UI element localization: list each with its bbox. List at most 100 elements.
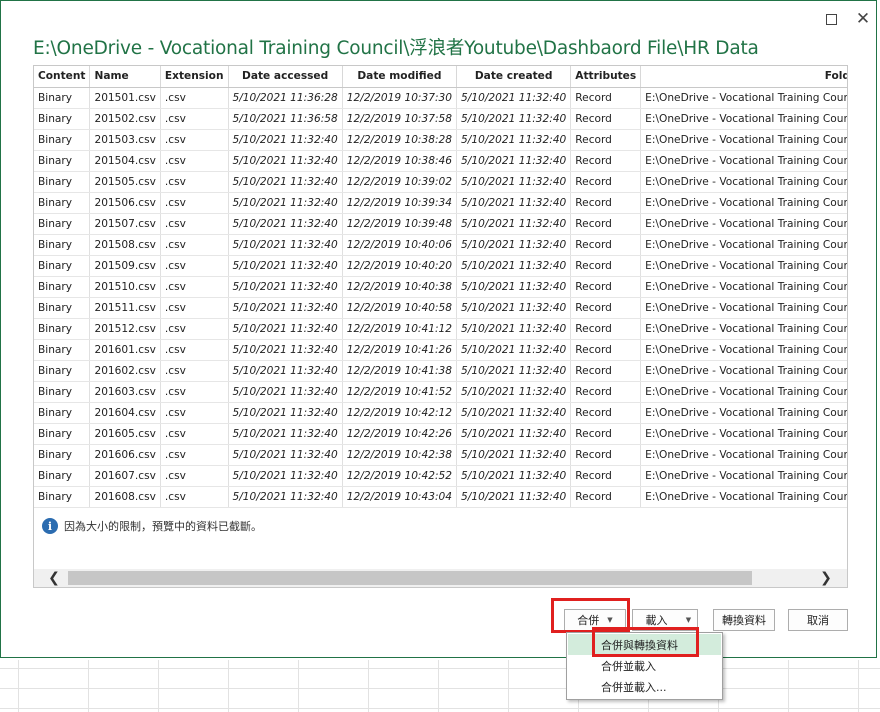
table-row[interactable]: Binary 201509.csv .csv 5/10/2021 11:32:40 12… — [34, 255, 847, 277]
table-row[interactable]: Binary 201602.csv .csv 5/10/2021 11:32:40 12… — [34, 360, 847, 382]
table-cell: 5/10/2021 11:32:40 — [228, 255, 343, 277]
table-cell[interactable]: Binary — [34, 234, 91, 256]
table-cell[interactable]: Binary — [34, 444, 91, 466]
table-row[interactable]: Binary 201505.csv .csv 5/10/2021 11:32:40 12… — [34, 171, 847, 193]
table-cell[interactable]: Binary — [34, 465, 91, 487]
folder-path-cell: E:\OneDrive - Vocational Training Counci… — [640, 486, 847, 508]
table-row[interactable]: Binary 201512.csv .csv 5/10/2021 11:32:40 12… — [34, 318, 847, 340]
table-cell: Record — [570, 423, 642, 445]
truncation-message: 因為大小的限制，預覽中的資料已截斷。 — [64, 520, 262, 533]
table-cell[interactable]: Binary — [34, 339, 91, 361]
table-cell[interactable]: Binary — [34, 192, 91, 214]
table-row[interactable]: Binary 201606.csv .csv 5/10/2021 11:32:40 12… — [34, 444, 847, 466]
table-cell[interactable]: Binary — [34, 423, 91, 445]
table-cell: Record — [570, 339, 642, 361]
table-row[interactable]: Binary 201501.csv .csv 5/10/2021 11:36:28 12… — [34, 87, 847, 109]
folder-path-cell: E:\OneDrive - Vocational Training Counci… — [640, 192, 847, 214]
close-button[interactable]: ✕ — [853, 9, 873, 29]
table-cell: 5/10/2021 11:32:40 — [456, 213, 572, 235]
preview-pane: Content Name Extension Date accessed Date mo… — [33, 65, 848, 588]
column-header[interactable]: Content — [34, 66, 91, 88]
column-header[interactable]: Name — [89, 66, 161, 88]
menu-highlight-box — [592, 627, 699, 657]
table-row[interactable]: Binary 201504.csv .csv 5/10/2021 11:32:40 12… — [34, 150, 847, 172]
table-cell: 5/10/2021 11:32:40 — [228, 486, 343, 508]
table-cell: 12/2/2019 10:42:12 — [342, 402, 458, 424]
table-cell[interactable]: Binary — [34, 402, 91, 424]
table-row[interactable]: Binary 201511.csv .csv 5/10/2021 11:32:40 12… — [34, 297, 847, 319]
table-cell[interactable]: Binary — [34, 255, 91, 277]
table-cell[interactable]: Binary — [34, 381, 91, 403]
menu-item-combine-load[interactable]: 合併並載入 — [568, 655, 721, 676]
scrollbar-thumb[interactable] — [68, 571, 752, 585]
table-cell: 12/2/2019 10:41:38 — [342, 360, 458, 382]
table-cell[interactable]: Binary — [34, 297, 91, 319]
table-cell: 201511.csv — [89, 297, 161, 319]
table-cell: 5/10/2021 11:36:28 — [228, 87, 343, 109]
table-cell[interactable]: Binary — [34, 129, 91, 151]
table-cell[interactable]: Binary — [34, 318, 91, 340]
table-row[interactable]: Binary 201604.csv .csv 5/10/2021 11:32:40 12… — [34, 402, 847, 424]
column-header[interactable]: Folder Path — [640, 66, 847, 88]
table-cell[interactable]: Binary — [34, 213, 91, 235]
table-cell: 201508.csv — [89, 234, 161, 256]
table-cell: 5/10/2021 11:32:40 — [228, 465, 343, 487]
table-row[interactable]: Binary 201502.csv .csv 5/10/2021 11:36:58 12… — [34, 108, 847, 130]
column-header[interactable]: Extension — [160, 66, 229, 88]
table-cell: 5/10/2021 11:32:40 — [456, 150, 572, 172]
info-icon: i — [42, 518, 58, 534]
file-preview-table: Content Name Extension Date accessed Date mo… — [34, 66, 847, 508]
table-cell: Record — [570, 486, 642, 508]
table-cell[interactable]: Binary — [34, 486, 91, 508]
table-row[interactable]: Binary 201605.csv .csv 5/10/2021 11:32:40 12… — [34, 423, 847, 445]
table-cell: Record — [570, 129, 642, 151]
dialog-title: E:\OneDrive - Vocational Training Counci… — [33, 38, 759, 59]
chevron-right-icon[interactable]: ❯ — [816, 569, 836, 587]
table-row[interactable]: Binary 201601.csv .csv 5/10/2021 11:32:40 12… — [34, 339, 847, 361]
table-cell[interactable]: Binary — [34, 150, 91, 172]
table-cell: Record — [570, 192, 642, 214]
table-cell: 5/10/2021 11:32:40 — [456, 276, 572, 298]
folder-path-cell: E:\OneDrive - Vocational Training Counci… — [640, 402, 847, 424]
table-cell[interactable]: Binary — [34, 171, 91, 193]
truncation-notice: i 因為大小的限制，預覽中的資料已截斷。 — [42, 518, 262, 534]
table-cell: Record — [570, 234, 642, 256]
transform-data-button[interactable]: 轉換資料 — [713, 609, 775, 631]
cancel-button[interactable]: 取消 — [788, 609, 848, 631]
table-cell: 5/10/2021 11:32:40 — [456, 444, 572, 466]
table-cell: Record — [570, 213, 642, 235]
table-cell: 5/10/2021 11:32:40 — [228, 444, 343, 466]
table-row[interactable]: Binary 201607.csv .csv 5/10/2021 11:32:40 12… — [34, 465, 847, 487]
table-cell[interactable]: Binary — [34, 276, 91, 298]
column-header[interactable]: Date accessed — [228, 66, 343, 88]
table-cell[interactable]: Binary — [34, 108, 91, 130]
table-cell: 5/10/2021 11:32:40 — [228, 213, 343, 235]
column-header[interactable]: Date modified — [342, 66, 458, 88]
table-cell: .csv — [160, 402, 229, 424]
table-cell: 5/10/2021 11:32:40 — [456, 129, 572, 151]
chevron-left-icon[interactable]: ❮ — [44, 569, 64, 587]
table-row[interactable]: Binary 201608.csv .csv 5/10/2021 11:32:40 12… — [34, 486, 847, 508]
column-header[interactable]: Date created — [456, 66, 572, 88]
column-header[interactable]: Attributes — [570, 66, 642, 88]
table-cell: 12/2/2019 10:37:58 — [342, 108, 458, 130]
maximize-button[interactable] — [821, 9, 841, 29]
menu-item-combine-load-to[interactable]: 合併並載入... — [568, 676, 721, 697]
table-cell: 12/2/2019 10:43:04 — [342, 486, 458, 508]
table-row[interactable]: Binary 201603.csv .csv 5/10/2021 11:32:40 12… — [34, 381, 847, 403]
table-cell: 5/10/2021 11:32:40 — [456, 486, 572, 508]
table-cell: Record — [570, 297, 642, 319]
table-row[interactable]: Binary 201510.csv .csv 5/10/2021 11:32:40 12… — [34, 276, 847, 298]
table-cell[interactable]: Binary — [34, 360, 91, 382]
table-row[interactable]: Binary 201507.csv .csv 5/10/2021 11:32:40 12… — [34, 213, 847, 235]
table-row[interactable]: Binary 201503.csv .csv 5/10/2021 11:32:40 12… — [34, 129, 847, 151]
table-row[interactable]: Binary 201506.csv .csv 5/10/2021 11:32:40 12… — [34, 192, 847, 214]
table-cell: 12/2/2019 10:39:48 — [342, 213, 458, 235]
folder-path-cell: E:\OneDrive - Vocational Training Counci… — [640, 444, 847, 466]
horizontal-scrollbar[interactable]: ❮ ❯ — [34, 569, 847, 587]
table-row[interactable]: Binary 201508.csv .csv 5/10/2021 11:32:40 12… — [34, 234, 847, 256]
table-cell: 12/2/2019 10:40:58 — [342, 297, 458, 319]
spreadsheet-background — [0, 660, 880, 712]
table-cell: .csv — [160, 423, 229, 445]
table-cell[interactable]: Binary — [34, 87, 91, 109]
